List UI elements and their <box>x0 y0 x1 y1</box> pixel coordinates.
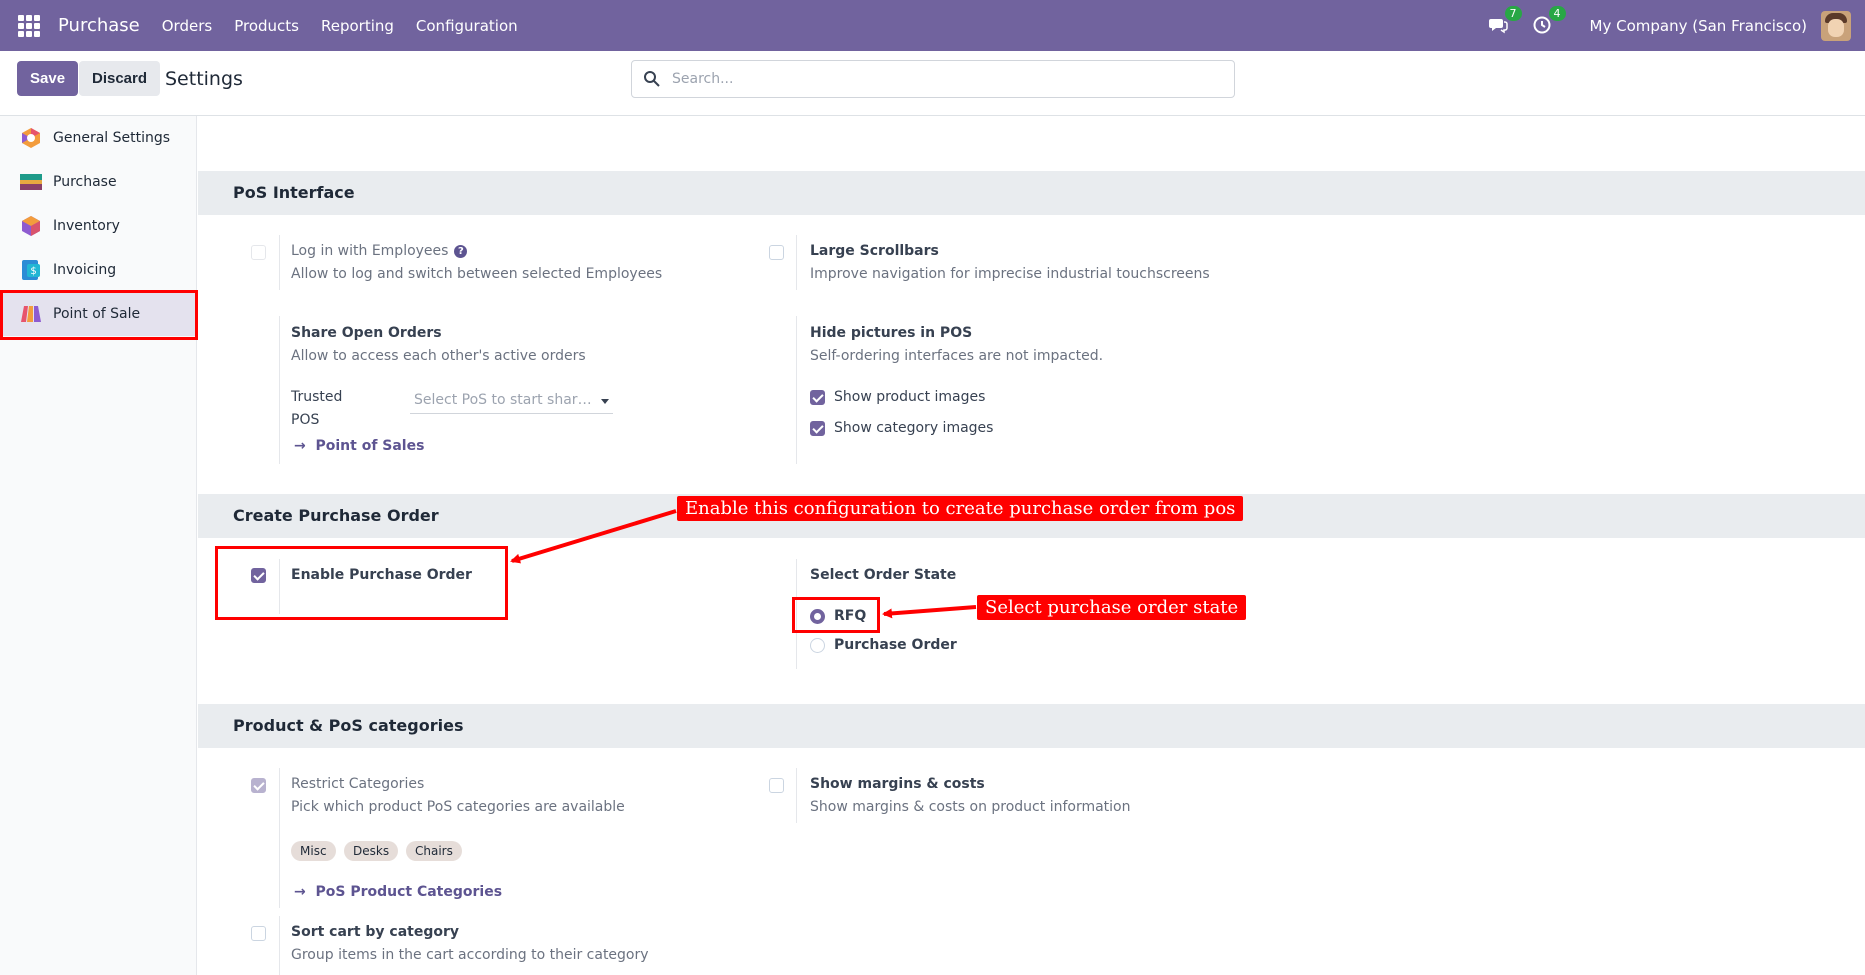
divider <box>279 768 280 908</box>
search-icon <box>644 71 660 87</box>
hide-pictures-desc: Self-ordering interfaces are not impacte… <box>810 348 1104 364</box>
show-product-images-checkbox[interactable] <box>810 390 825 405</box>
purchase-order-radio[interactable] <box>810 638 825 653</box>
control-panel: Save Discard Settings <box>0 51 1865 116</box>
restrict-categories-desc: Pick which product PoS categories are av… <box>291 799 625 815</box>
general-settings-icon <box>22 128 40 148</box>
enable-po-highlight-box <box>215 546 508 620</box>
category-tag-desks[interactable]: Desks <box>344 841 399 861</box>
section-header-pos-interface: PoS Interface <box>198 171 1865 215</box>
inventory-app-icon <box>22 216 40 236</box>
search-input[interactable] <box>672 67 1212 91</box>
login-employees-checkbox[interactable] <box>251 245 266 260</box>
save-button[interactable]: Save <box>17 61 79 96</box>
show-margins-label: Show margins & costs <box>810 776 985 792</box>
activities-count-badge: 4 <box>1548 5 1566 21</box>
chevron-down-icon <box>601 399 609 404</box>
company-switcher[interactable]: My Company (San Francisco) <box>1590 17 1807 35</box>
hide-pictures-label: Hide pictures in POS <box>810 325 973 341</box>
top-navbar: Purchase Orders Products Reporting Confi… <box>0 0 1865 51</box>
sidebar-item-label: General Settings <box>53 130 171 146</box>
login-employees-label: Log in with Employees? <box>291 243 468 259</box>
login-employees-desc: Allow to log and switch between selected… <box>291 266 663 282</box>
category-tag-chairs[interactable]: Chairs <box>406 841 462 861</box>
svg-text:$: $ <box>30 266 36 277</box>
share-open-orders-desc: Allow to access each other's active orde… <box>291 348 586 364</box>
enable-po-callout: Enable this configuration to create purc… <box>677 496 1244 521</box>
sidebar-item-label: Purchase <box>53 174 117 190</box>
divider <box>796 235 797 290</box>
divider <box>796 768 797 823</box>
page-title: Settings <box>165 68 243 90</box>
sidebar-item-general-settings[interactable]: General Settings <box>0 116 197 160</box>
restrict-categories-checkbox[interactable] <box>251 778 266 793</box>
sidebar-item-purchase[interactable]: Purchase <box>0 160 197 204</box>
purchase-app-icon <box>20 174 42 190</box>
arrow-right-icon: → <box>294 884 306 900</box>
settings-sidebar: General Settings Purchase Inventory $ In… <box>0 116 197 975</box>
divider <box>279 916 280 975</box>
large-scrollbars-desc: Improve navigation for imprecise industr… <box>810 266 1210 282</box>
pos-product-categories-link[interactable]: → PoS Product Categories <box>294 884 502 900</box>
show-category-images-label: Show category images <box>834 420 994 436</box>
help-icon[interactable]: ? <box>454 245 468 258</box>
menu-reporting[interactable]: Reporting <box>321 17 394 35</box>
point-of-sale-highlight-box <box>0 290 198 340</box>
show-category-images-checkbox[interactable] <box>810 421 825 436</box>
order-state-label: Select Order State <box>810 567 957 583</box>
divider <box>279 316 280 464</box>
navbar-right: 7 4 My Company (San Francisco) <box>1488 0 1851 51</box>
arrow-right-icon: → <box>294 438 306 454</box>
app-brand[interactable]: Purchase <box>58 15 140 36</box>
sidebar-item-invoicing[interactable]: $ Invoicing <box>0 248 197 292</box>
search-bar[interactable] <box>631 60 1235 98</box>
sort-cart-desc: Group items in the cart according to the… <box>291 947 649 963</box>
section-header-product-categories: Product & PoS categories <box>198 704 1865 748</box>
divider <box>279 235 280 290</box>
user-avatar[interactable] <box>1821 10 1851 41</box>
menu-configuration[interactable]: Configuration <box>416 17 518 35</box>
menu-orders[interactable]: Orders <box>162 17 212 35</box>
menu-products[interactable]: Products <box>234 17 299 35</box>
sidebar-item-inventory[interactable]: Inventory <box>0 204 197 248</box>
large-scrollbars-label: Large Scrollbars <box>810 243 939 259</box>
order-state-callout: Select purchase order state <box>977 595 1247 620</box>
chat-icon <box>1488 18 1508 33</box>
sort-cart-checkbox[interactable] <box>251 926 266 941</box>
sort-cart-label: Sort cart by category <box>291 924 460 940</box>
invoicing-app-icon: $ <box>22 260 40 280</box>
purchase-order-label: Purchase Order <box>834 637 957 653</box>
apps-menu-icon[interactable] <box>18 14 40 37</box>
share-open-orders-label: Share Open Orders <box>291 325 442 341</box>
divider <box>796 316 797 464</box>
discard-button[interactable]: Discard <box>79 61 161 96</box>
trusted-pos-label-2: POS <box>291 412 320 428</box>
activities-button[interactable]: 4 <box>1532 5 1566 37</box>
trusted-pos-label: Trusted <box>291 389 343 405</box>
point-of-sales-link[interactable]: → Point of Sales <box>294 438 424 454</box>
restrict-categories-label: Restrict Categories <box>291 776 425 792</box>
clock-icon <box>1533 16 1551 33</box>
messages-count-badge: 7 <box>1504 5 1522 21</box>
sidebar-item-label: Inventory <box>53 218 120 234</box>
category-tag-misc[interactable]: Misc <box>291 841 336 861</box>
trusted-pos-select[interactable]: Select PoS to start shari... <box>410 390 613 414</box>
sidebar-item-label: Invoicing <box>53 262 117 278</box>
large-scrollbars-checkbox[interactable] <box>769 245 784 260</box>
rfq-highlight-box <box>792 597 880 633</box>
show-margins-desc: Show margins & costs on product informat… <box>810 799 1131 815</box>
messages-button[interactable]: 7 <box>1488 5 1522 37</box>
show-product-images-label: Show product images <box>834 389 986 405</box>
show-margins-checkbox[interactable] <box>769 778 784 793</box>
